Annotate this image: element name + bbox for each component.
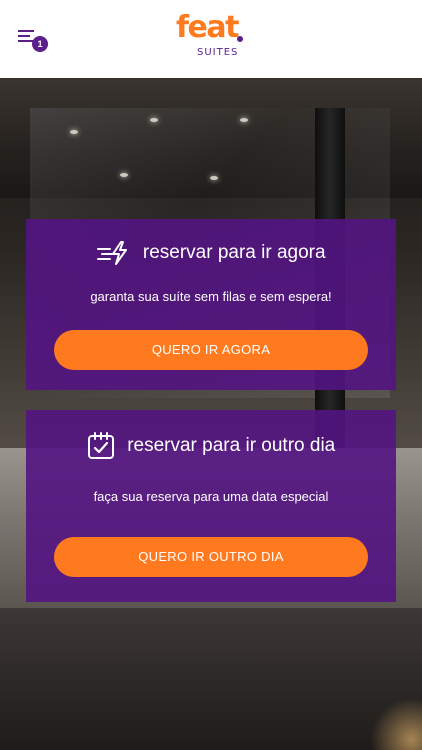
reserve-now-card: reservar para ir agora garanta sua suíte… [26, 219, 396, 390]
calendar-check-icon [87, 432, 114, 459]
reserve-now-subtitle: garanta sua suíte sem filas e sem espera… [90, 289, 332, 304]
reserve-now-button[interactable]: QUERO IR AGORA [54, 330, 368, 370]
logo-subtitle: SUITES [197, 47, 239, 58]
fast-bolt-icon [97, 241, 128, 265]
app-header: 1 feat SUITES [0, 0, 422, 78]
notification-badge: 1 [32, 36, 48, 52]
reserve-now-title: reservar para ir agora [142, 242, 326, 263]
reserve-other-day-button[interactable]: QUERO IR OUTRO DIA [54, 537, 368, 577]
reserve-now-title-row: reservar para ir agora [26, 241, 396, 265]
reserve-other-day-subtitle: faça sua reserva para uma data especial [93, 489, 329, 504]
logo-dot [237, 36, 243, 42]
reserve-other-day-title-row: reservar para ir outro dia [26, 432, 396, 460]
menu-button[interactable]: 1 [16, 28, 50, 54]
logo-wordmark: feat [176, 10, 239, 45]
reserve-other-day-card: reservar para ir outro dia faça sua rese… [26, 410, 396, 602]
feat-suites-logo: feat SUITES [176, 10, 248, 64]
floor-light [370, 698, 422, 750]
reserve-other-day-title: reservar para ir outro dia [127, 435, 336, 456]
counter-base [0, 608, 422, 750]
